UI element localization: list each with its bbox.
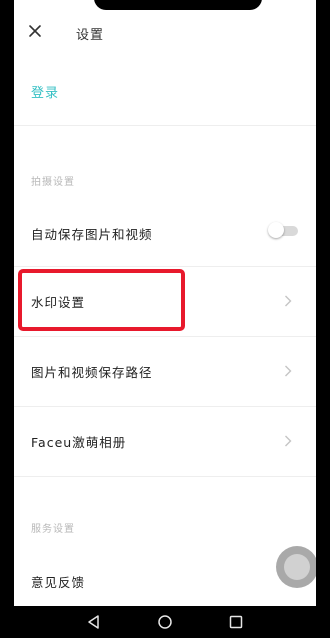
close-icon[interactable] <box>28 24 42 38</box>
divider <box>14 336 316 337</box>
page-title: 设置 <box>76 28 105 43</box>
auto-save-toggle[interactable] <box>268 222 298 238</box>
recent-apps-icon[interactable] <box>228 614 244 630</box>
row-label: Faceu激萌相册 <box>31 435 127 450</box>
settings-screen: 设置 登录 拍摄设置 自动保存图片和视频 水印设置 图片和视频保存路径 Face… <box>14 0 316 606</box>
phone-frame: 设置 登录 拍摄设置 自动保存图片和视频 水印设置 图片和视频保存路径 Face… <box>0 0 330 638</box>
row-auto-save[interactable]: 自动保存图片和视频 <box>14 200 316 266</box>
row-faceu-album[interactable]: Faceu激萌相册 <box>14 408 316 474</box>
back-icon[interactable] <box>86 614 102 630</box>
section-label-service: 服务设置 <box>31 524 75 535</box>
divider <box>14 266 316 267</box>
row-feedback[interactable]: 意见反馈 <box>14 548 316 606</box>
chevron-right-icon <box>285 295 292 307</box>
chevron-right-icon <box>285 435 292 447</box>
row-label: 图片和视频保存路径 <box>31 365 153 380</box>
floating-assistive-button[interactable] <box>276 546 316 588</box>
row-save-path[interactable]: 图片和视频保存路径 <box>14 338 316 404</box>
header-bar: 设置 <box>14 16 316 52</box>
chevron-right-icon <box>285 365 292 377</box>
divider <box>14 125 316 126</box>
row-label: 自动保存图片和视频 <box>31 227 153 242</box>
divider <box>14 406 316 407</box>
home-icon[interactable] <box>157 614 173 630</box>
row-label: 意见反馈 <box>31 575 86 590</box>
section-label-shooting: 拍摄设置 <box>31 177 75 188</box>
system-nav-bar <box>0 606 330 638</box>
divider <box>14 476 316 477</box>
login-link[interactable]: 登录 <box>31 82 59 101</box>
highlight-box <box>18 269 185 331</box>
camera-notch <box>94 0 262 10</box>
toggle-knob <box>268 222 284 238</box>
floating-button-inner <box>284 554 310 580</box>
